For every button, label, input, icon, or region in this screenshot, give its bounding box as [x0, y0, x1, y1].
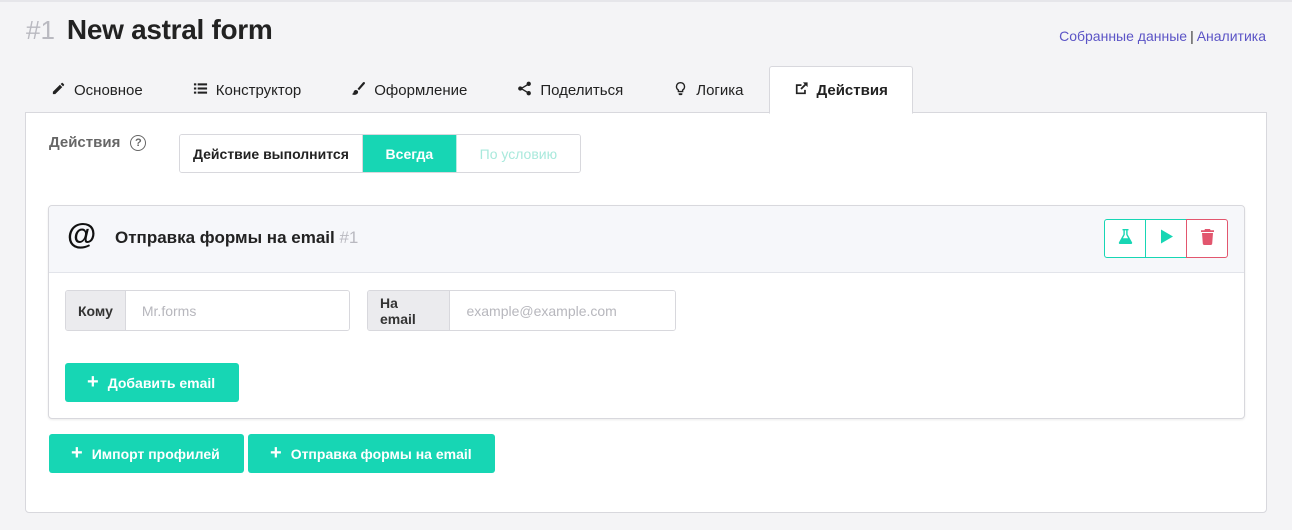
run-button[interactable] — [1145, 219, 1187, 258]
page: #1 New astral form Собранные данные | Анал… — [0, 0, 1292, 530]
import-profiles-label: Импорт профилей — [91, 445, 220, 462]
execution-mode-label: Действие выполнится — [180, 135, 363, 172]
email-action-card: @ Отправка формы на email #1 Кому Mr.for… — [48, 205, 1245, 419]
tab-label: Оформление — [374, 81, 468, 99]
tab-label: Основное — [74, 81, 143, 99]
flask-icon — [1118, 228, 1133, 250]
recipient-name-input[interactable] — [125, 291, 349, 330]
recipient-email-input[interactable] — [450, 291, 675, 330]
tab-constructor[interactable]: Конструктор — [168, 66, 327, 113]
trash-icon — [1200, 228, 1215, 250]
card-title: Отправка формы на email #1 — [115, 228, 358, 248]
import-profiles-button[interactable]: + Импорт профилей — [49, 434, 244, 473]
tab-bar: Основное Конструктор Оформление Поделить… — [26, 66, 913, 114]
link-separator: | — [1190, 28, 1194, 44]
form-number: #1 — [26, 15, 55, 45]
tab-label: Конструктор — [215, 81, 302, 99]
form-name: New astral form — [66, 14, 273, 45]
actions-label: Действия — [49, 134, 121, 151]
recipient-email-label: На email — [368, 291, 451, 330]
plus-icon: + — [87, 370, 99, 393]
mode-always-option[interactable]: Всегда — [362, 135, 456, 172]
add-send-email-action-label: Отправка формы на email — [290, 445, 472, 462]
card-toolbar — [1104, 219, 1228, 258]
share-icon — [517, 81, 532, 100]
recipient-name-field: Кому — [65, 290, 350, 331]
analytics-link[interactable]: Аналитика — [1197, 28, 1266, 44]
external-link-icon — [794, 81, 809, 100]
play-icon — [1159, 228, 1174, 250]
help-icon[interactable]: ? — [130, 134, 147, 151]
tab-logic[interactable]: Логика — [648, 66, 768, 113]
delete-button[interactable] — [1186, 219, 1228, 258]
plus-icon: + — [270, 441, 282, 464]
pencil-icon — [51, 81, 66, 100]
page-title: #1 New astral form — [26, 14, 273, 54]
tab-label: Действия — [816, 81, 888, 99]
actions-header: Действия ? — [49, 134, 147, 151]
tab-label: Логика — [696, 81, 744, 99]
execution-mode-selector: Действие выполнится Всегда По условию — [179, 134, 581, 173]
header-links: Собранные данные | Аналитика — [1059, 28, 1266, 44]
at-icon: @ — [67, 218, 97, 251]
plus-icon: + — [71, 441, 83, 464]
tab-actions[interactable]: Действия — [768, 66, 913, 114]
test-button[interactable] — [1104, 219, 1146, 258]
tab-label: Поделиться — [540, 81, 624, 99]
card-header: @ Отправка формы на email #1 — [49, 206, 1244, 273]
recipient-name-label: Кому — [66, 291, 126, 330]
recipient-email-field: На email — [367, 290, 676, 331]
tab-design[interactable]: Оформление — [326, 66, 492, 113]
tab-basic[interactable]: Основное — [26, 66, 168, 113]
lightbulb-icon — [673, 81, 688, 100]
card-title-text: Отправка формы на email — [115, 228, 335, 247]
add-email-label: Добавить email — [107, 374, 216, 391]
mode-conditional-option[interactable]: По условию — [455, 135, 580, 172]
collected-data-link[interactable]: Собранные данные — [1059, 28, 1187, 44]
add-send-email-action-button[interactable]: + Отправка формы на email — [248, 434, 495, 473]
top-divider — [0, 0, 1292, 2]
card-number: #1 — [339, 228, 359, 247]
brush-icon — [351, 81, 366, 100]
add-email-button[interactable]: + Добавить email — [65, 363, 239, 402]
actions-panel: Действия ? Действие выполнится Всегда По… — [25, 112, 1267, 513]
list-icon — [193, 81, 208, 100]
tab-share[interactable]: Поделиться — [492, 66, 648, 113]
